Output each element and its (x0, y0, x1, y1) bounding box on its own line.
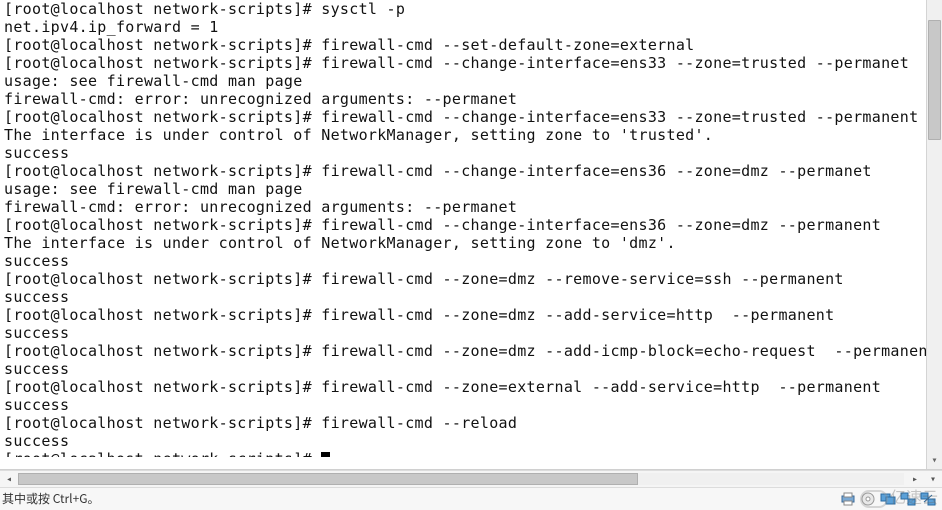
terminal-line: success (4, 144, 938, 162)
horizontal-scrollbar[interactable]: ◂ ▸ ▾ (0, 470, 942, 488)
terminal-line: firewall-cmd: error: unrecognized argume… (4, 198, 938, 216)
terminal-line: [root@localhost network-scripts]# firewa… (4, 342, 938, 360)
network-icon-2[interactable] (920, 492, 936, 506)
scrollbar-thumb[interactable] (928, 20, 941, 140)
terminal-line: [root@localhost network-scripts]# firewa… (4, 216, 938, 234)
terminal-line: [root@localhost network-scripts]# firewa… (4, 36, 938, 54)
status-tray (840, 492, 942, 506)
terminal-output[interactable]: [root@localhost network-scripts]# sysctl… (0, 0, 942, 457)
terminal-line: The interface is under control of Networ… (4, 234, 938, 252)
screens-icon[interactable] (880, 492, 896, 506)
terminal-pane: [root@localhost network-scripts]# sysctl… (0, 0, 942, 470)
scroll-down-icon[interactable]: ▾ (927, 453, 942, 469)
terminal-line: [root@localhost network-scripts]# firewa… (4, 108, 938, 126)
terminal-line: [root@localhost network-scripts]# firewa… (4, 414, 938, 432)
terminal-line: usage: see firewall-cmd man page (4, 180, 938, 198)
hscroll-thumb[interactable] (18, 473, 638, 485)
terminal-line: success (4, 324, 938, 342)
terminal-line: [root@localhost network-scripts]# firewa… (4, 270, 938, 288)
resize-handle-icon[interactable]: ▾ (926, 473, 940, 487)
terminal-line: success (4, 396, 938, 414)
terminal-line: net.ipv4.ip_forward = 1 (4, 18, 938, 36)
terminal-line: [root@localhost network-scripts]# sysctl… (4, 0, 938, 18)
terminal-line: [root@localhost network-scripts]# firewa… (4, 54, 938, 72)
terminal-line: [root@localhost network-scripts]# firewa… (4, 162, 938, 180)
status-bar: 其中或按 Ctrl+G。 (0, 488, 942, 510)
terminal-line: success (4, 360, 938, 378)
vertical-scrollbar[interactable]: ▾ (926, 0, 942, 469)
scroll-right-icon[interactable]: ▸ (908, 473, 922, 487)
hscroll-track[interactable] (18, 473, 904, 485)
scroll-left-icon[interactable]: ◂ (2, 473, 16, 487)
prompt-text: [root@localhost network-scripts]# (4, 450, 321, 457)
terminal-line: success (4, 288, 938, 306)
terminal-line: success (4, 252, 938, 270)
terminal-line: firewall-cmd: error: unrecognized argume… (4, 90, 938, 108)
terminal-line: success (4, 432, 938, 450)
terminal-line: [root@localhost network-scripts]# firewa… (4, 378, 938, 396)
terminal-line: [root@localhost network-scripts]# firewa… (4, 306, 938, 324)
terminal-line: The interface is under control of Networ… (4, 126, 938, 144)
terminal-prompt-line[interactable]: [root@localhost network-scripts]# (4, 450, 938, 457)
network-icon[interactable] (900, 492, 916, 506)
status-hint: 其中或按 Ctrl+G。 (2, 490, 100, 508)
cd-icon[interactable] (860, 492, 876, 506)
cursor-icon (321, 452, 330, 457)
printer-icon[interactable] (840, 492, 856, 506)
terminal-line: usage: see firewall-cmd man page (4, 72, 938, 90)
